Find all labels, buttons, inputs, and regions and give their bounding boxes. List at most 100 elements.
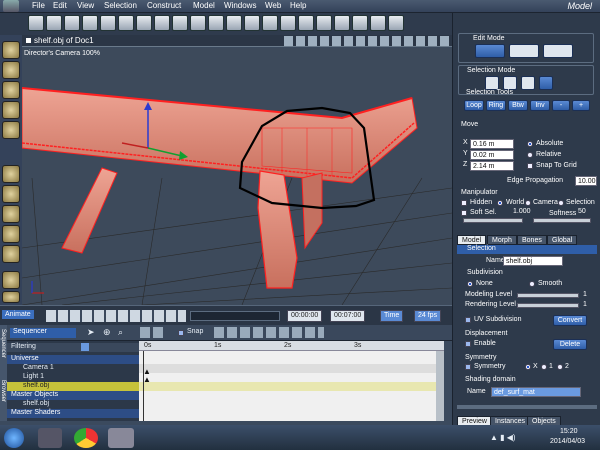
modeling-level-slider[interactable]: [517, 293, 579, 298]
grow-button[interactable]: +: [572, 100, 590, 111]
symmetry-x-radio[interactable]: [525, 364, 531, 370]
shading-name-select[interactable]: def_surf_mat: [491, 387, 581, 397]
orbit-icon[interactable]: [2, 225, 20, 243]
select-arrow-icon[interactable]: [2, 41, 20, 59]
render-icon[interactable]: [190, 15, 206, 31]
time-start-field[interactable]: 00:00:00: [287, 310, 323, 322]
fps-select[interactable]: 24 fps: [414, 310, 442, 322]
camera-radio[interactable]: [525, 200, 531, 206]
menu-help[interactable]: Help: [290, 1, 306, 10]
cut-icon[interactable]: [82, 15, 98, 31]
menu-view[interactable]: View: [77, 1, 94, 10]
edge-propagation-field[interactable]: 10.00: [575, 176, 597, 186]
name-field[interactable]: shelf.obj: [503, 256, 563, 266]
tree-header-master-objects[interactable]: Master Objects: [7, 391, 139, 400]
redo-icon[interactable]: [154, 15, 170, 31]
carrara-app-icon[interactable]: [108, 428, 134, 448]
symmetry-1-radio[interactable]: [541, 364, 547, 370]
new-doc-icon[interactable]: [28, 15, 44, 31]
keyframe-icon[interactable]: ▲: [143, 375, 151, 384]
tree-header-universe[interactable]: Universe: [7, 355, 139, 364]
cube-icon[interactable]: [226, 15, 242, 31]
enable-checkbox[interactable]: [465, 341, 471, 347]
sequencer-select[interactable]: Sequencer: [10, 328, 76, 338]
paint-icon[interactable]: [2, 245, 20, 263]
soft-sel-slider[interactable]: [463, 218, 523, 223]
zoom-tl-icon[interactable]: ⊕: [103, 327, 111, 338]
taskbar-app-icon[interactable]: [38, 428, 62, 448]
view-controls[interactable]: [284, 36, 454, 46]
menu-web[interactable]: Web: [265, 1, 281, 10]
menu-construct[interactable]: Construct: [147, 1, 181, 10]
loop-button[interactable]: Loop: [464, 100, 484, 111]
chrome-icon[interactable]: [74, 428, 98, 448]
move-arrow-icon[interactable]: [2, 61, 20, 79]
menu-edit[interactable]: Edit: [53, 1, 67, 10]
open-icon[interactable]: [46, 15, 62, 31]
tab-global[interactable]: Global: [547, 235, 578, 245]
hand-icon[interactable]: [2, 291, 20, 303]
uv-subdivision-checkbox[interactable]: [465, 317, 471, 323]
playback-controls[interactable]: [46, 310, 186, 322]
softness-slider[interactable]: [533, 218, 591, 223]
time-zoom-icons[interactable]: [140, 327, 166, 338]
timeline-ruler[interactable]: 0s 1s 2s 3s ▲ ▲: [139, 341, 444, 421]
filter-toggle-icon[interactable]: [81, 343, 89, 351]
subdivision-none-radio[interactable]: [467, 281, 473, 287]
tree-item-master-shelf[interactable]: shelf.obj: [7, 400, 139, 409]
menu-windows[interactable]: Windows: [224, 1, 256, 10]
relative-radio[interactable]: [527, 152, 533, 158]
soft-sel-checkbox[interactable]: [461, 210, 467, 216]
convert-button[interactable]: Convert: [553, 315, 587, 326]
point-mode-icon[interactable]: [485, 76, 499, 90]
z-position-field[interactable]: 2.14 m: [470, 161, 514, 171]
snap-to-grid-checkbox[interactable]: [527, 163, 533, 169]
menu-file[interactable]: File: [32, 1, 45, 10]
save-icon[interactable]: [64, 15, 80, 31]
plugin-icon[interactable]: [262, 15, 278, 31]
snap-checkbox[interactable]: [178, 330, 184, 336]
time-mode-select[interactable]: Time: [380, 310, 404, 322]
key-tool-icons[interactable]: [214, 327, 324, 338]
scale-icon[interactable]: [2, 101, 20, 119]
world-radio[interactable]: [497, 200, 503, 206]
timeline-scrollbar[interactable]: [436, 351, 444, 421]
help-icon[interactable]: [388, 15, 404, 31]
edit-mode-object-icon[interactable]: [509, 44, 539, 58]
invert-button[interactable]: Inv: [530, 100, 550, 111]
start-button-icon[interactable]: [4, 428, 24, 448]
sphere-icon[interactable]: [172, 15, 188, 31]
selection-section-header[interactable]: Selection: [457, 245, 597, 254]
x-position-field[interactable]: 0.16 m: [470, 139, 514, 149]
hidden-checkbox[interactable]: [461, 200, 467, 206]
zoom-icon[interactable]: [2, 205, 20, 223]
grid-icon[interactable]: [370, 15, 386, 31]
time-end-field[interactable]: 00:07:00: [330, 310, 366, 322]
light-icon[interactable]: [316, 15, 332, 31]
tab-morph[interactable]: Morph: [487, 235, 517, 245]
eye-icon[interactable]: [352, 15, 368, 31]
rotate-icon[interactable]: [2, 81, 20, 99]
close-doc-icon[interactable]: [26, 38, 31, 43]
pan-icon[interactable]: [2, 165, 20, 183]
tab-model[interactable]: Model: [457, 235, 487, 245]
animate-button[interactable]: Animate: [2, 310, 34, 319]
symmetry-checkbox[interactable]: [465, 364, 471, 370]
globe-icon[interactable]: [280, 15, 296, 31]
camera-tool-icon[interactable]: [2, 271, 20, 289]
shader-icon[interactable]: [208, 15, 224, 31]
delete-button[interactable]: Delete: [553, 339, 587, 350]
shrink-button[interactable]: -: [552, 100, 570, 111]
selection-radio[interactable]: [558, 200, 564, 206]
file-icon[interactable]: [244, 15, 260, 31]
menu-model[interactable]: Model: [193, 1, 215, 10]
y-position-field[interactable]: 0.02 m: [470, 150, 514, 160]
tray-icons[interactable]: ▲ ▮ ◀): [490, 433, 516, 442]
tree-item-camera[interactable]: Camera 1: [7, 364, 139, 373]
symmetry-2-radio[interactable]: [557, 364, 563, 370]
edge-mode-icon[interactable]: [503, 76, 517, 90]
undo-icon[interactable]: [136, 15, 152, 31]
ring-button[interactable]: Ring: [486, 100, 506, 111]
tree-item-shelf[interactable]: shelf.obj: [7, 382, 139, 391]
face-mode-icon[interactable]: [521, 76, 535, 90]
